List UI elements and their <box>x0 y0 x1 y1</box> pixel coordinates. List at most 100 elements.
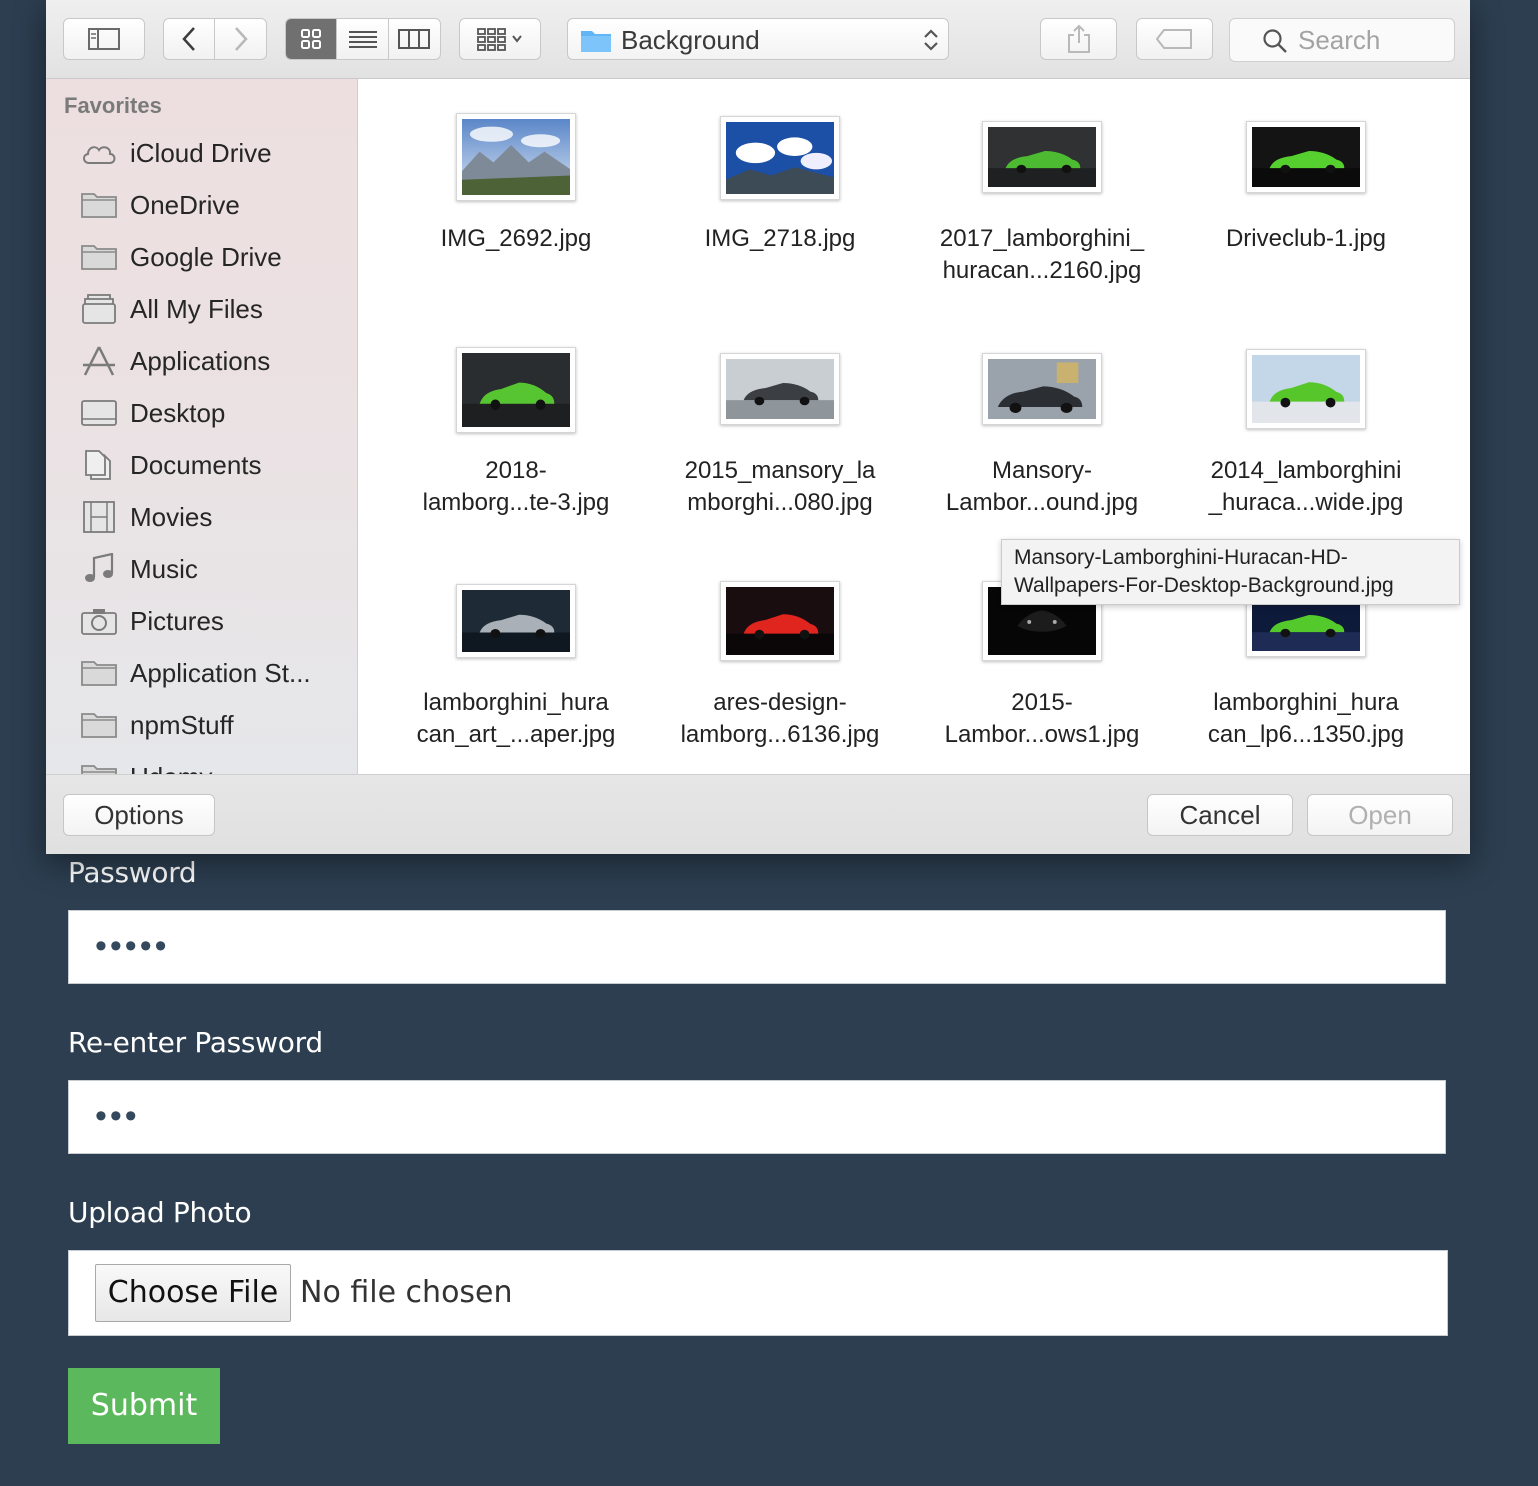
file-name-line-1: 2014_lamborghini <box>1210 457 1402 484</box>
columns-icon <box>398 29 431 49</box>
sidebar-item-label: Application St... <box>130 658 311 688</box>
sidebar-item-music[interactable]: Music <box>46 543 357 595</box>
cloud-icon <box>80 137 118 169</box>
file-name-line-2: can_art_...aper.jpg <box>416 721 616 748</box>
file-item[interactable]: IMG_2692.jpg <box>385 101 647 333</box>
sidebar-item-pictures[interactable]: Pictures <box>46 595 357 647</box>
column-view-button[interactable] <box>389 19 440 59</box>
folder-icon <box>80 241 118 273</box>
reenter-password-label: Re-enter Password <box>68 1026 323 1059</box>
sidebar-item-all-my-files[interactable]: All My Files <box>46 283 357 335</box>
grid-icon <box>301 29 322 49</box>
sidebar-item-movies[interactable]: Movies <box>46 491 357 543</box>
tooltip-line-1: Mansory-Lamborghini-Huracan-HD- <box>1014 546 1348 569</box>
sidebar-item-label: Documents <box>130 450 262 480</box>
list-view-button[interactable] <box>337 19 389 59</box>
folder-icon <box>80 189 118 221</box>
file-upload-field[interactable]: Choose File No file chosen <box>68 1250 1448 1336</box>
password-input[interactable]: ••••• <box>68 910 1446 984</box>
file-name: IMG_2718.jpg <box>649 223 911 255</box>
sidebar-toggle-icon <box>88 28 120 50</box>
search-placeholder: Search <box>1298 25 1381 55</box>
sidebar-item-documents[interactable]: Documents <box>46 439 357 491</box>
sidebar-item-label: Applications <box>130 346 271 376</box>
search-field[interactable]: Search <box>1229 18 1455 62</box>
tag-icon <box>1155 29 1192 49</box>
file-name: 2018- lamborg...te-3.jpg <box>385 455 647 519</box>
file-item[interactable]: 2018- lamborg...te-3.jpg <box>385 333 647 565</box>
file-item[interactable]: Mansory- Lambor...ound.jpg <box>911 333 1173 565</box>
chevron-right-icon <box>234 27 248 51</box>
file-name-line-2: lamborg...6136.jpg <box>680 721 880 748</box>
sidebar-item-label: Pictures <box>130 606 224 636</box>
tooltip-line-2: Wallpapers-For-Desktop-Background.jpg <box>1014 574 1394 597</box>
tag-button[interactable] <box>1136 18 1213 60</box>
file-name-line-2: Lambor...ows1.jpg <box>944 721 1140 748</box>
file-item[interactable]: Driveclub-1.jpg <box>1175 101 1437 333</box>
sidebar-toggle-button[interactable] <box>63 18 145 60</box>
applications-icon <box>80 345 118 377</box>
file-thumbnail <box>456 113 576 201</box>
file-name-line-1: 2015_mansory_la <box>684 457 876 484</box>
film-icon <box>80 501 118 533</box>
sidebar-item-label: Movies <box>130 502 213 532</box>
sidebar-item-label: OneDrive <box>130 190 240 220</box>
file-item[interactable]: lamborghini_hura can_art_...aper.jpg <box>385 565 647 774</box>
file-name-line-1: Mansory- <box>991 457 1093 484</box>
file-name-line-1: 2017_lamborghini_ <box>939 225 1145 252</box>
file-thumbnail <box>1246 121 1366 193</box>
submit-button[interactable]: Submit <box>68 1368 220 1444</box>
list-icon <box>348 31 377 48</box>
file-thumbnail <box>1246 349 1366 429</box>
file-name-line-1: 2015- <box>1011 689 1073 716</box>
open-button[interactable]: Open <box>1307 794 1453 836</box>
all-files-icon <box>80 293 118 325</box>
file-name: 2014_lamborghini _huraca...wide.jpg <box>1175 455 1437 519</box>
choose-file-button[interactable]: Choose File <box>95 1264 291 1322</box>
sidebar-item-label: Google Drive <box>130 242 282 272</box>
folder-icon <box>80 709 118 741</box>
cancel-button[interactable]: Cancel <box>1147 794 1293 836</box>
password-label: Password <box>68 856 197 889</box>
file-name: 2017_lamborghini_ huracan...2160.jpg <box>911 223 1173 287</box>
icon-view-button[interactable] <box>286 19 338 59</box>
sidebar-item-label: iCloud Drive <box>130 138 272 168</box>
sidebar-item-google-drive[interactable]: Google Drive <box>46 231 357 283</box>
sidebar-item-applications[interactable]: Applications <box>46 335 357 387</box>
file-item[interactable]: 2014_lamborghini _huraca...wide.jpg <box>1175 333 1437 565</box>
no-file-chosen-text: No file chosen <box>300 1275 513 1310</box>
file-item[interactable]: IMG_2718.jpg <box>649 101 911 333</box>
sidebar-item-desktop[interactable]: Desktop <box>46 387 357 439</box>
file-name-line-2: _huraca...wide.jpg <box>1208 489 1404 516</box>
file-thumbnail <box>982 121 1102 193</box>
file-name-line-1: ares-design- <box>713 689 847 716</box>
sidebar-item-udemy[interactable]: Udemy <box>46 751 357 774</box>
file-item[interactable]: 2017_lamborghini_ huracan...2160.jpg <box>911 101 1173 333</box>
music-note-icon <box>80 552 118 585</box>
file-name: Mansory- Lambor...ound.jpg <box>911 455 1173 519</box>
up-down-arrows-icon <box>924 29 938 51</box>
file-item[interactable]: ares-design-lamborg...6136.jpg <box>649 565 911 774</box>
forward-button[interactable] <box>215 19 266 59</box>
dialog-toolbar: Background Search <box>46 0 1470 79</box>
back-button[interactable] <box>164 19 216 59</box>
desktop-icon <box>80 397 118 429</box>
sidebar-item-onedrive[interactable]: OneDrive <box>46 179 357 231</box>
reenter-password-input[interactable]: ••• <box>68 1080 1446 1154</box>
search-icon <box>1263 29 1287 53</box>
favorites-sidebar: Favorites iCloud Drive OneDrive Google Dri… <box>46 79 358 774</box>
file-name: lamborghini_hura can_art_...aper.jpg <box>385 687 647 751</box>
share-button[interactable] <box>1040 18 1117 60</box>
sidebar-item-npmstuff[interactable]: npmStuff <box>46 699 357 751</box>
file-name-line-2: can_lp6...1350.jpg <box>1207 721 1405 748</box>
group-by-button[interactable] <box>459 18 541 60</box>
options-button[interactable]: Options <box>63 794 215 836</box>
current-folder-name: Background <box>621 25 760 55</box>
location-popup[interactable]: Background <box>567 18 949 60</box>
file-name: IMG_2692.jpg <box>385 223 647 255</box>
file-open-dialog: Background Search Favorites iCloud Drive… <box>46 0 1470 854</box>
file-item[interactable]: 2015_mansory_la mborghi...080.jpg <box>649 333 911 565</box>
sidebar-item-icloud-drive[interactable]: iCloud Drive <box>46 127 357 179</box>
file-name-line-1: lamborghini_hura <box>423 689 609 716</box>
sidebar-item-application-st[interactable]: Application St... <box>46 647 357 699</box>
